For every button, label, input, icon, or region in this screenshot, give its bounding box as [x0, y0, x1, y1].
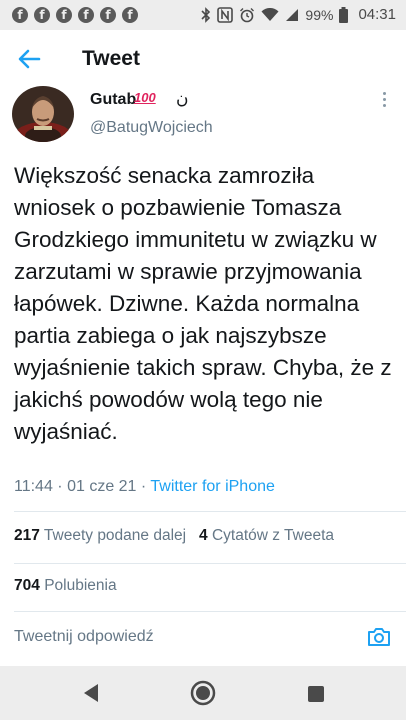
nfc-icon: [217, 6, 234, 23]
more-vertical-icon: [382, 98, 386, 101]
signal-icon: [286, 8, 299, 21]
engagement-stats: 217 Tweety podane dalej 4 Cytatów z Twee…: [14, 527, 334, 545]
divider: [14, 611, 406, 612]
divider: [14, 511, 406, 512]
likes-stat[interactable]: 704 Polubienia: [14, 577, 117, 595]
quotes-count: 4: [199, 527, 208, 544]
notification-icons: f f f f f f: [12, 7, 138, 23]
tweet-source-link[interactable]: Twitter for iPhone: [150, 478, 275, 495]
wifi-icon: [261, 7, 279, 21]
tweet-meta: 11:44 · 01 cze 21 · Twitter for iPhone: [14, 478, 275, 496]
app-header: Tweet: [0, 30, 406, 86]
page-title: Tweet: [82, 47, 140, 70]
back-button[interactable]: [14, 44, 44, 74]
system-navigation-bar: [0, 666, 406, 720]
alarm-icon: [240, 7, 255, 22]
display-name-suffix: ن: [176, 89, 189, 109]
system-indicators: 99% 04:31: [201, 6, 396, 23]
status-bar: f f f f f f 99% 04:31: [0, 0, 406, 30]
hundred-points-icon: 100: [134, 90, 156, 105]
battery-percent: 99%: [305, 6, 334, 23]
facebook-notification-icon: f: [34, 7, 50, 23]
reply-input[interactable]: Tweetnij odpowiedź: [14, 628, 154, 646]
bluetooth-icon: [201, 6, 211, 23]
divider: [14, 563, 406, 564]
more-vertical-icon: [382, 104, 386, 107]
battery-icon: [339, 6, 349, 23]
more-options-button[interactable]: [378, 92, 390, 112]
camera-button[interactable]: [366, 625, 392, 649]
tweet-text: Większość senacka zamroziła wniosek o po…: [14, 163, 392, 444]
facebook-notification-icon: f: [100, 7, 116, 23]
retweets-count: 217: [14, 527, 40, 544]
facebook-notification-icon: f: [78, 7, 94, 23]
clock: 04:31: [358, 6, 396, 23]
username[interactable]: @BatugWojciech: [90, 119, 213, 137]
likes-label: Polubienia: [44, 577, 117, 594]
quotes-stat[interactable]: 4 Cytatów z Tweeta: [199, 527, 334, 544]
nav-back-icon[interactable]: [82, 683, 100, 703]
more-vertical-icon: [382, 92, 386, 95]
camera-icon: [368, 628, 390, 646]
tweet-timestamp: 11:44 · 01 cze 21 ·: [14, 478, 151, 495]
reply-bar: Tweetnij odpowiedź: [0, 618, 406, 666]
nav-home-icon[interactable]: [190, 680, 216, 706]
arrow-left-icon: [18, 49, 41, 69]
quotes-label: Cytatów z Tweeta: [211, 527, 335, 544]
facebook-notification-icon: f: [56, 7, 72, 23]
facebook-notification-icon: f: [12, 7, 28, 23]
retweets-label: Tweety podane dalej: [43, 527, 187, 544]
retweets-stat[interactable]: 217 Tweety podane dalej: [14, 527, 186, 544]
avatar[interactable]: [12, 86, 74, 142]
display-name[interactable]: Gutab: [90, 91, 136, 109]
portrait-avatar-image: [12, 86, 74, 142]
facebook-notification-icon: f: [122, 7, 138, 23]
nav-recents-icon[interactable]: [308, 686, 324, 702]
likes-count: 704: [14, 577, 40, 594]
